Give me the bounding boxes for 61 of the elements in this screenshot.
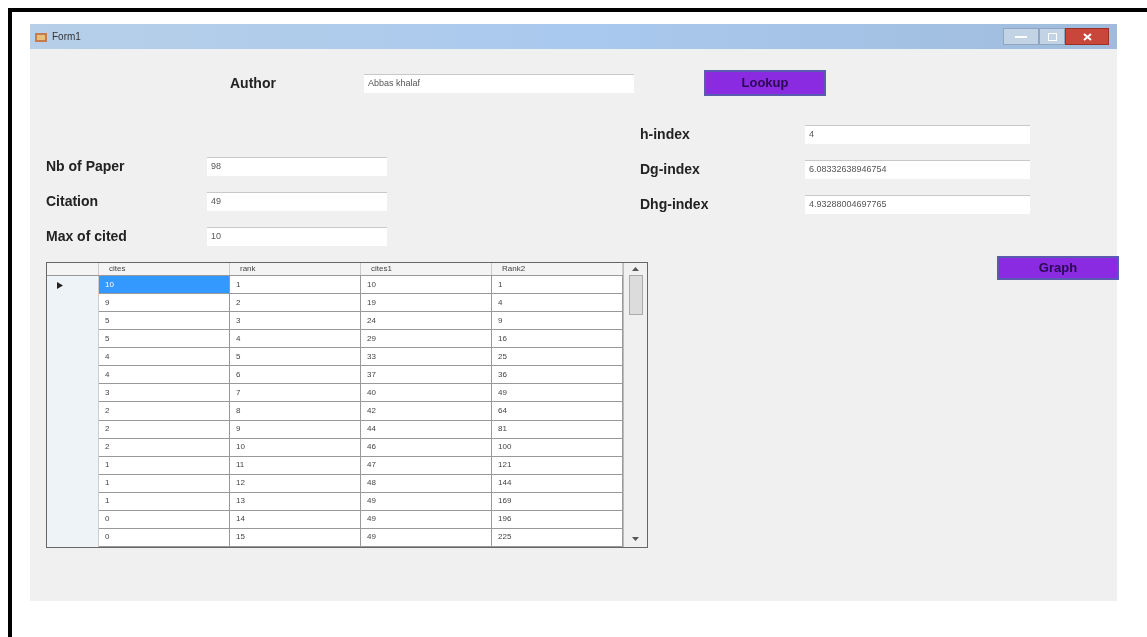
minimize-button[interactable] bbox=[1003, 28, 1039, 45]
table-cell: 5 bbox=[99, 330, 230, 349]
field-label: Dg-index bbox=[640, 160, 701, 179]
table-cell: 49 bbox=[492, 384, 623, 403]
text-field[interactable]: 98 bbox=[207, 157, 387, 176]
table-cell: 16 bbox=[492, 330, 623, 349]
table-cell: 2 bbox=[230, 294, 361, 313]
table-cell: 5 bbox=[230, 348, 361, 367]
text-field[interactable]: 6.08332638946754 bbox=[805, 160, 1030, 179]
column-header[interactable]: cites bbox=[99, 263, 230, 275]
table-cell: 19 bbox=[361, 294, 492, 313]
table-cell: 1 bbox=[230, 276, 361, 295]
table-cell: 40 bbox=[361, 384, 492, 403]
table-cell: 10 bbox=[361, 276, 492, 295]
table-cell: 4 bbox=[492, 294, 623, 313]
table-cell: 4 bbox=[99, 348, 230, 367]
scroll-down-icon bbox=[632, 537, 639, 541]
table-cell: 64 bbox=[492, 402, 623, 421]
field-label: h-index bbox=[640, 125, 691, 144]
text-field[interactable]: 4 bbox=[805, 125, 1030, 144]
table-cell: 10 bbox=[99, 276, 230, 295]
table-cell: 6 bbox=[230, 366, 361, 385]
scroll-up-icon bbox=[632, 267, 639, 271]
app-icon bbox=[34, 30, 48, 43]
table-cell: 3 bbox=[230, 312, 361, 331]
table-cell: 5 bbox=[99, 312, 230, 331]
text-field[interactable]: 10 bbox=[207, 227, 387, 246]
table-cell: 36 bbox=[492, 366, 623, 385]
table-cell: 42 bbox=[361, 402, 492, 421]
table-cell: 4 bbox=[99, 366, 230, 385]
table-cell: 25 bbox=[492, 348, 623, 367]
scroll-bar[interactable] bbox=[623, 263, 647, 547]
table-cell: 7 bbox=[230, 384, 361, 403]
table-cell: 8 bbox=[230, 402, 361, 421]
field-label: Nb of Paper bbox=[46, 157, 126, 176]
table-cell: 2 bbox=[99, 402, 230, 421]
table-cell: 4 bbox=[230, 330, 361, 349]
field-label: Citation bbox=[46, 192, 100, 211]
table-cell: 3 bbox=[99, 384, 230, 403]
table-cell: 9 bbox=[492, 312, 623, 331]
text-field[interactable]: 4.93288004697765 bbox=[805, 195, 1030, 214]
table-cell: 24 bbox=[361, 312, 492, 331]
table-cell: 37 bbox=[361, 366, 492, 385]
maximize-button[interactable] bbox=[1039, 28, 1065, 45]
window-title: Form1 bbox=[52, 30, 81, 44]
close-button[interactable] bbox=[1065, 28, 1109, 45]
table-cell: 29 bbox=[361, 330, 492, 349]
current-row-icon bbox=[57, 281, 63, 289]
text-field[interactable]: 49 bbox=[207, 192, 387, 211]
field-label: Dhg-index bbox=[640, 195, 710, 214]
table-cell: 9 bbox=[99, 294, 230, 313]
field-label: Author bbox=[230, 73, 277, 93]
row-header[interactable] bbox=[47, 276, 99, 295]
scroll-thumb[interactable] bbox=[628, 275, 643, 315]
field-label: Max of cited bbox=[46, 227, 128, 246]
text-field[interactable]: Abbas khalaf bbox=[364, 73, 634, 93]
column-header[interactable]: cites1 bbox=[361, 263, 492, 275]
column-header[interactable]: rank bbox=[230, 263, 361, 275]
close-icon bbox=[1082, 32, 1092, 41]
table-cell: 1 bbox=[492, 276, 623, 295]
table-cell: 33 bbox=[361, 348, 492, 367]
